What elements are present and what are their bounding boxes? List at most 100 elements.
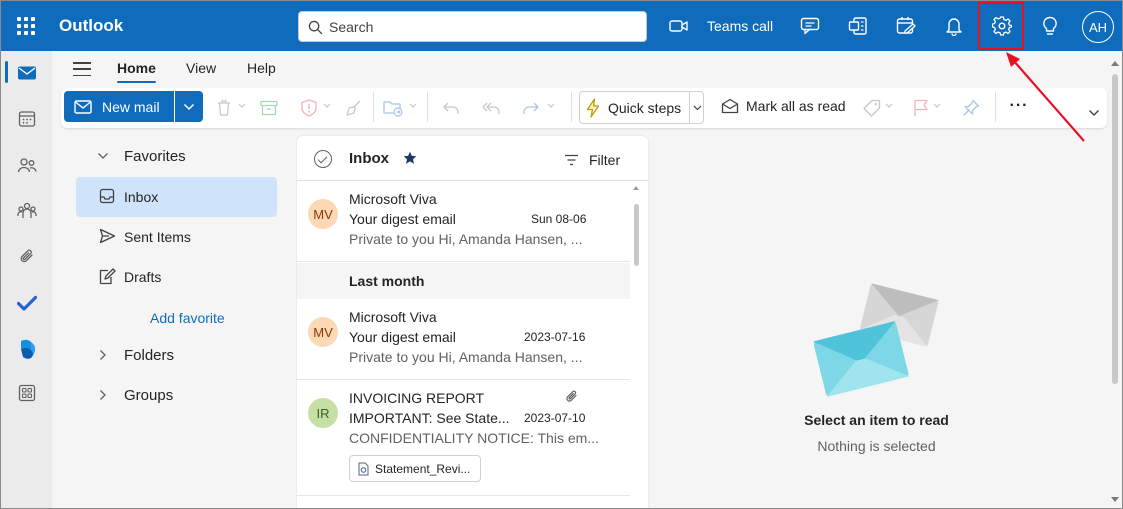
report-icon[interactable] [299,98,319,118]
ribbon-separator [427,92,428,122]
message-list-scrollbar[interactable] [633,186,640,506]
favorites-header[interactable]: Favorites [98,148,186,165]
search-icon [308,20,323,35]
groups-icon[interactable] [15,199,39,223]
chevron-down-icon [547,103,555,108]
new-mail-button[interactable]: New mail [64,91,174,122]
mail-compose-icon [74,99,92,114]
sweep-icon[interactable] [344,98,364,118]
bell-icon[interactable] [943,15,965,37]
message-row[interactable]: MV Microsoft Viva Your digest email 2023… [297,299,630,380]
reply-icon[interactable] [441,98,461,118]
office-icon[interactable] [847,15,869,37]
app-launcher-icon[interactable] [17,17,35,35]
microsoft365-icon[interactable] [15,337,39,361]
forward-icon[interactable] [521,98,541,118]
search-box[interactable] [298,11,647,42]
groups-label: Groups [124,387,174,404]
mail-icon[interactable] [15,61,39,85]
section-header-last-month: Last month [297,263,630,299]
pin-icon[interactable] [961,98,981,118]
chevron-right-icon [100,390,106,400]
reading-pane-subtitle: Nothing is selected [817,438,936,454]
chevron-down-icon [885,103,893,108]
quick-steps-button[interactable]: Quick steps [579,91,704,124]
app-name[interactable]: Outlook [59,16,123,36]
ribbon-toolbar: New mail Quick steps Mark all as read ··… [61,88,1107,128]
attachment-chip[interactable]: Statement_Revi... [349,455,481,482]
attachment-icon[interactable] [15,245,39,269]
move-to-folder-icon[interactable] [383,98,403,118]
file-icon [358,462,369,475]
add-favorite-link[interactable]: Add favorite [150,310,225,326]
chevron-down-icon [409,103,417,108]
reading-pane-title: Select an item to read [804,412,949,428]
hamburger-menu-icon[interactable] [73,62,91,76]
mark-all-as-read-button[interactable]: Mark all as read [721,98,846,114]
sender-avatar: IR [308,398,338,428]
chevron-down-icon [693,105,702,110]
scroll-up-arrow-icon[interactable] [1111,61,1119,66]
tab-help[interactable]: Help [247,60,276,76]
groups-header[interactable]: Groups [100,387,174,404]
ribbon-tabs: Home View Help [52,51,1122,87]
todo-icon[interactable] [15,291,39,315]
reply-all-icon[interactable] [481,98,501,118]
scroll-thumb[interactable] [634,204,639,266]
quick-steps-label: Quick steps [608,99,682,116]
chevron-down-icon [238,103,246,108]
message-date: Sun 08-06 [531,212,587,226]
outlook-window: Outlook Teams call AH [0,0,1123,509]
message-sender: Microsoft Viva [349,309,437,325]
tab-home[interactable]: Home [117,60,156,76]
folders-header[interactable]: Folders [100,347,175,364]
ribbon-expand-chevron-icon[interactable] [1088,109,1100,117]
calendar-icon[interactable] [15,107,39,131]
user-avatar[interactable]: AH [1082,11,1114,43]
scroll-up-arrow-icon[interactable] [633,186,639,190]
chevron-right-icon [100,350,106,360]
search-input[interactable] [329,17,629,37]
delete-icon[interactable] [214,98,234,118]
scroll-thumb[interactable] [1112,74,1118,384]
paperclip-icon [566,390,577,402]
new-mail-dropdown[interactable] [175,91,203,122]
scroll-down-arrow-icon[interactable] [1111,497,1119,502]
rail-active-indicator [5,61,8,83]
flag-icon[interactable] [911,98,931,118]
people-icon[interactable] [15,153,39,177]
message-preview: CONFIDENTIALITY NOTICE: This em... [349,430,599,446]
chat-feedback-icon[interactable] [799,15,821,37]
settings-highlight-box [978,2,1024,50]
message-sender: Microsoft Viva [349,191,437,207]
message-row[interactable]: MV Microsoft Viva Your digest email Sun … [297,181,630,262]
select-all-checkbox[interactable] [314,150,332,168]
star-icon[interactable] [403,151,417,165]
tag-icon[interactable] [862,98,882,118]
message-row[interactable]: IR INVOICING REPORT IMPORTANT: See State… [297,380,630,496]
more-apps-icon[interactable] [15,381,39,405]
lightbulb-icon[interactable] [1039,15,1061,37]
message-subject: Your digest email [349,211,456,227]
chevron-down-icon [933,103,941,108]
sender-avatar: MV [308,199,338,229]
chevron-down-icon [323,103,331,108]
folder-item-sent-items[interactable]: Sent Items [76,217,277,257]
folder-label: Sent Items [124,229,191,245]
main-area: Home View Help New mail Quick steps Mark… [52,51,1122,508]
tab-view[interactable]: View [186,60,216,76]
message-list: Inbox Filter MV Microsoft Viva Your dige… [297,136,648,508]
more-options-button[interactable]: ··· [1009,96,1029,116]
folder-item-drafts[interactable]: Drafts [76,257,277,297]
page-scrollbar[interactable] [1109,51,1121,508]
filter-button[interactable]: Filter [564,152,620,168]
teams-call-button[interactable]: Teams call [669,15,773,37]
archive-icon[interactable] [259,98,279,118]
folder-item-inbox[interactable]: Inbox [76,177,277,217]
message-preview: Private to you Hi, Amanda Hansen, ... [349,231,583,247]
quick-steps-dropdown[interactable] [689,92,705,123]
folders-label: Folders [124,347,175,364]
drafts-icon [99,268,116,285]
ribbon-separator [373,92,374,122]
calendar-edit-icon[interactable] [895,15,917,37]
